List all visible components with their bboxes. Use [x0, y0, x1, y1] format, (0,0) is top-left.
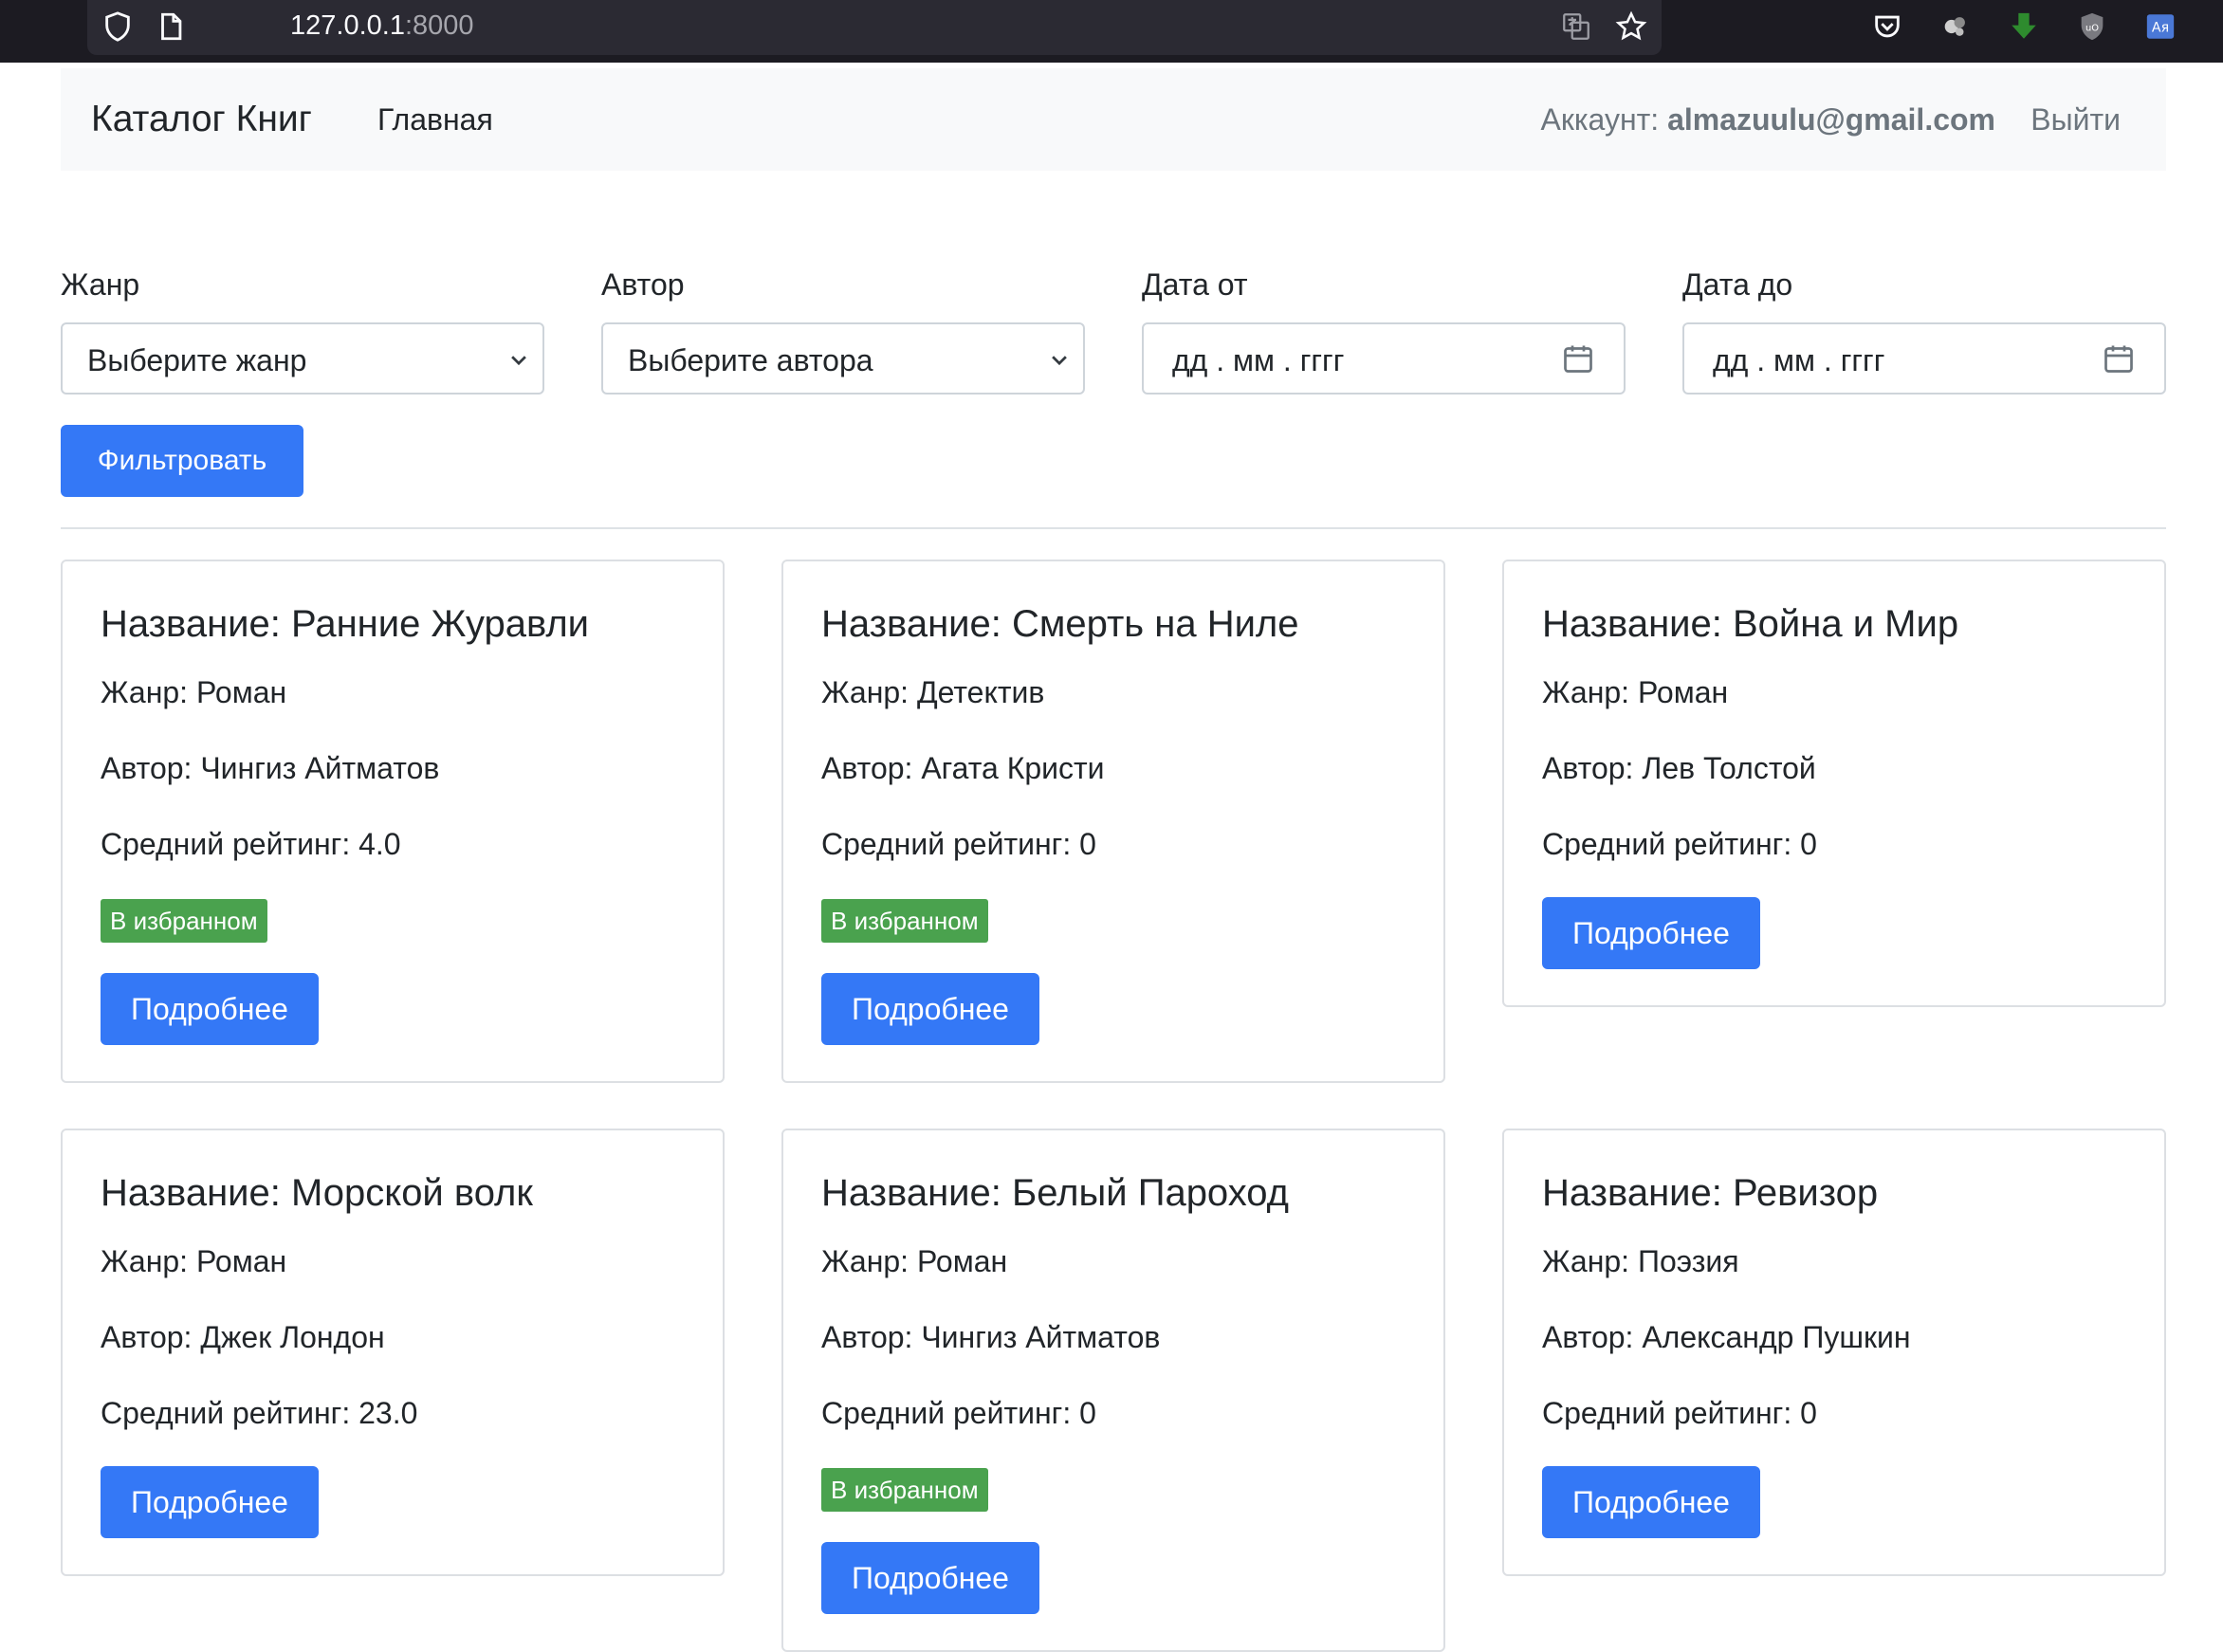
account-info: Аккаунт: almazuulu@gmail.com: [1540, 101, 1995, 138]
shield-icon[interactable]: [101, 9, 135, 44]
date-to-label: Дата до: [1682, 267, 1793, 302]
book-rating: Средний рейтинг: 0: [821, 827, 1096, 861]
book-genre: Жанр: Детектив: [821, 675, 1045, 709]
download-arrow-icon[interactable]: [2007, 9, 2041, 44]
book-card: Название: Смерть на Ниле Жанр: Детектив …: [781, 560, 1445, 1083]
brand-link[interactable]: Каталог Книг: [91, 97, 312, 142]
book-author: Автор: Чингиз Айтматов: [821, 1320, 1161, 1354]
account-label: Аккаунт:: [1540, 102, 1660, 137]
book-rating: Средний рейтинг: 0: [821, 1396, 1096, 1430]
book-card: Название: Война и Мир Жанр: Роман Автор:…: [1502, 560, 2166, 1007]
book-author: Автор: Чингиз Айтматов: [101, 751, 440, 785]
date-from-input[interactable]: дд . мм . гггг: [1142, 322, 1626, 395]
details-button[interactable]: Подробнее: [101, 1466, 319, 1538]
ublock-icon[interactable]: uO: [2075, 9, 2109, 44]
book-card: Название: Белый Пароход Жанр: Роман Авто…: [781, 1129, 1445, 1652]
browser-toolbar: 127.0.0.1:8000 uO Aя: [0, 0, 2223, 63]
url-host: 127.0.0.1: [290, 10, 405, 41]
author-select[interactable]: Выберите автора: [601, 322, 1085, 395]
author-select-value: Выберите автора: [628, 343, 873, 377]
url-port: :8000: [404, 10, 474, 41]
book-card: Название: Морской волк Жанр: Роман Автор…: [61, 1129, 725, 1576]
site-navbar: Каталог Книг Главная Аккаунт: almazuulu@…: [61, 68, 2166, 171]
book-genre: Жанр: Роман: [101, 1244, 287, 1278]
url-bar[interactable]: 127.0.0.1:8000: [87, 0, 1662, 55]
details-button[interactable]: Подробнее: [821, 1542, 1039, 1614]
favorite-badge: В избранном: [821, 1468, 988, 1512]
details-button[interactable]: Подробнее: [1542, 897, 1760, 969]
calendar-icon[interactable]: [2102, 341, 2136, 376]
account-email: almazuulu@gmail.com: [1667, 102, 1995, 137]
book-title: Название: Ранние Журавли: [101, 603, 589, 645]
book-card: Название: Ранние Журавли Жанр: Роман Авт…: [61, 560, 725, 1083]
book-rating: Средний рейтинг: 4.0: [101, 827, 401, 861]
book-title: Название: Война и Мир: [1542, 603, 1959, 645]
book-rating: Средний рейтинг: 23.0: [101, 1396, 418, 1430]
section-divider: [61, 527, 2166, 529]
book-genre: Жанр: Роман: [101, 675, 287, 709]
date-from-label: Дата от: [1142, 267, 1248, 302]
svg-text:uO: uO: [2085, 23, 2099, 33]
translator-extension-icon[interactable]: Aя: [2143, 9, 2177, 44]
chevron-down-icon: [511, 356, 526, 366]
genre-select-value: Выберите жанр: [87, 343, 307, 377]
book-author: Автор: Джек Лондон: [101, 1320, 385, 1354]
extension-icon[interactable]: [1938, 9, 1973, 44]
date-to-input[interactable]: дд . мм . гггг: [1682, 322, 2166, 395]
favorite-badge: В избранном: [821, 899, 988, 943]
details-button[interactable]: Подробнее: [1542, 1466, 1760, 1538]
book-title: Название: Смерть на Ниле: [821, 603, 1299, 645]
page-icon: [154, 9, 188, 44]
book-author: Автор: Лев Толстой: [1542, 751, 1816, 785]
translate-icon[interactable]: [1559, 9, 1593, 44]
book-title: Название: Морской волк: [101, 1172, 533, 1214]
book-rating: Средний рейтинг: 0: [1542, 1396, 1817, 1430]
nav-home-link[interactable]: Главная: [377, 101, 493, 138]
date-to-placeholder: дд . мм . гггг: [1713, 343, 1885, 377]
bookmark-star-icon[interactable]: [1614, 9, 1648, 44]
book-title: Название: Белый Пароход: [821, 1172, 1289, 1214]
book-author: Автор: Александр Пушкин: [1542, 1320, 1911, 1354]
pocket-icon[interactable]: [1870, 9, 1904, 44]
details-button[interactable]: Подробнее: [101, 973, 319, 1045]
book-author: Автор: Агата Кристи: [821, 751, 1105, 785]
calendar-icon[interactable]: [1561, 341, 1595, 376]
chevron-down-icon: [1052, 356, 1067, 366]
book-genre: Жанр: Роман: [1542, 675, 1729, 709]
book-genre: Жанр: Роман: [821, 1244, 1008, 1278]
book-rating: Средний рейтинг: 0: [1542, 827, 1817, 861]
svg-text:Aя: Aя: [2152, 21, 2169, 36]
book-genre: Жанр: Поэзия: [1542, 1244, 1739, 1278]
date-from-placeholder: дд . мм . гггг: [1172, 343, 1345, 377]
genre-label: Жанр: [61, 267, 140, 302]
favorite-badge: В избранном: [101, 899, 267, 943]
filter-button[interactable]: Фильтровать: [61, 425, 303, 497]
author-label: Автор: [601, 267, 685, 302]
details-button[interactable]: Подробнее: [821, 973, 1039, 1045]
logout-link[interactable]: Выйти: [2030, 101, 2121, 138]
book-card: Название: Ревизор Жанр: Поэзия Автор: Ал…: [1502, 1129, 2166, 1576]
book-title: Название: Ревизор: [1542, 1172, 1879, 1214]
url-text[interactable]: 127.0.0.1:8000: [290, 9, 474, 42]
genre-select[interactable]: Выберите жанр: [61, 322, 544, 395]
